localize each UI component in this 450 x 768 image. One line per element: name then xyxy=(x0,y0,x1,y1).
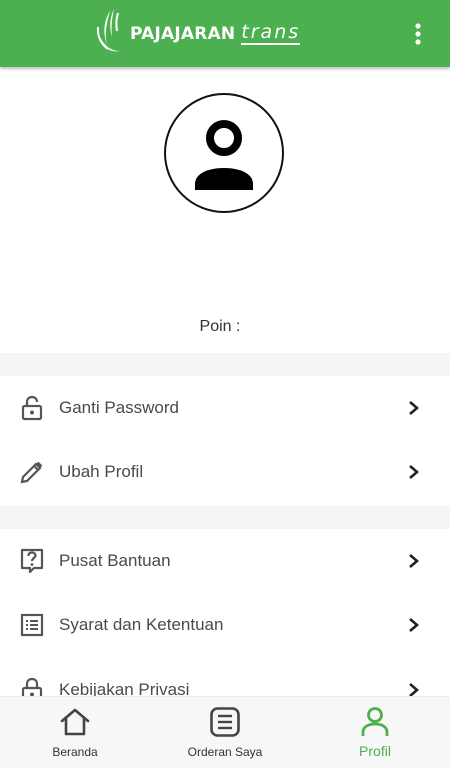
menu-item-label: Ubah Profil xyxy=(59,462,144,481)
section-divider xyxy=(0,506,450,529)
chevron-right-icon xyxy=(406,615,422,635)
chevron-right-icon xyxy=(406,551,422,571)
bottom-navigation: Beranda Orderan Saya Profil xyxy=(0,696,450,768)
help-icon xyxy=(18,547,46,575)
more-options-button[interactable] xyxy=(404,18,432,50)
list-icon xyxy=(18,611,46,639)
person-icon xyxy=(195,120,253,190)
menu-item-label: Pusat Bantuan xyxy=(59,551,171,570)
menu-item-label: Syarat dan Ketentuan xyxy=(59,615,224,634)
menu-item-ganti-password[interactable]: Ganti Password xyxy=(0,376,450,440)
person-icon xyxy=(359,705,391,739)
nav-item-profil[interactable]: Profil xyxy=(300,697,450,768)
menu-item-syarat-dan-ketentuan[interactable]: Syarat dan Ketentuan xyxy=(0,593,450,657)
avatar[interactable] xyxy=(164,93,284,213)
orders-icon xyxy=(209,705,241,739)
brand-suffix: trans xyxy=(241,20,301,45)
nav-label: Beranda xyxy=(52,745,98,759)
chevron-right-icon xyxy=(406,462,422,482)
brand-name: PAJAJARAN xyxy=(130,24,236,44)
poin-label: Poin : xyxy=(199,318,241,335)
menu-item-label: Ganti Password xyxy=(59,398,179,417)
nav-label: Profil xyxy=(359,743,391,759)
nav-label: Orderan Saya xyxy=(187,745,263,759)
menu-item-pusat-bantuan[interactable]: Pusat Bantuan xyxy=(0,529,450,593)
app-screen: PAJAJARAN trans Poin : Ganti Password Ub… xyxy=(0,0,450,768)
nav-item-orderan-saya[interactable]: Orderan Saya xyxy=(150,697,300,768)
brand-logo: PAJAJARAN trans xyxy=(94,6,301,58)
chevron-right-icon xyxy=(406,398,422,418)
leaf-logo-icon xyxy=(96,9,120,52)
more-vertical-icon xyxy=(415,23,421,45)
nav-item-beranda[interactable]: Beranda xyxy=(0,697,150,768)
app-header: PAJAJARAN trans xyxy=(0,0,450,67)
home-icon xyxy=(59,705,91,739)
menu-item-ubah-profil[interactable]: Ubah Profil xyxy=(0,440,450,504)
pencil-icon xyxy=(18,458,46,486)
section-divider xyxy=(0,353,450,376)
lock-open-icon xyxy=(18,394,46,422)
